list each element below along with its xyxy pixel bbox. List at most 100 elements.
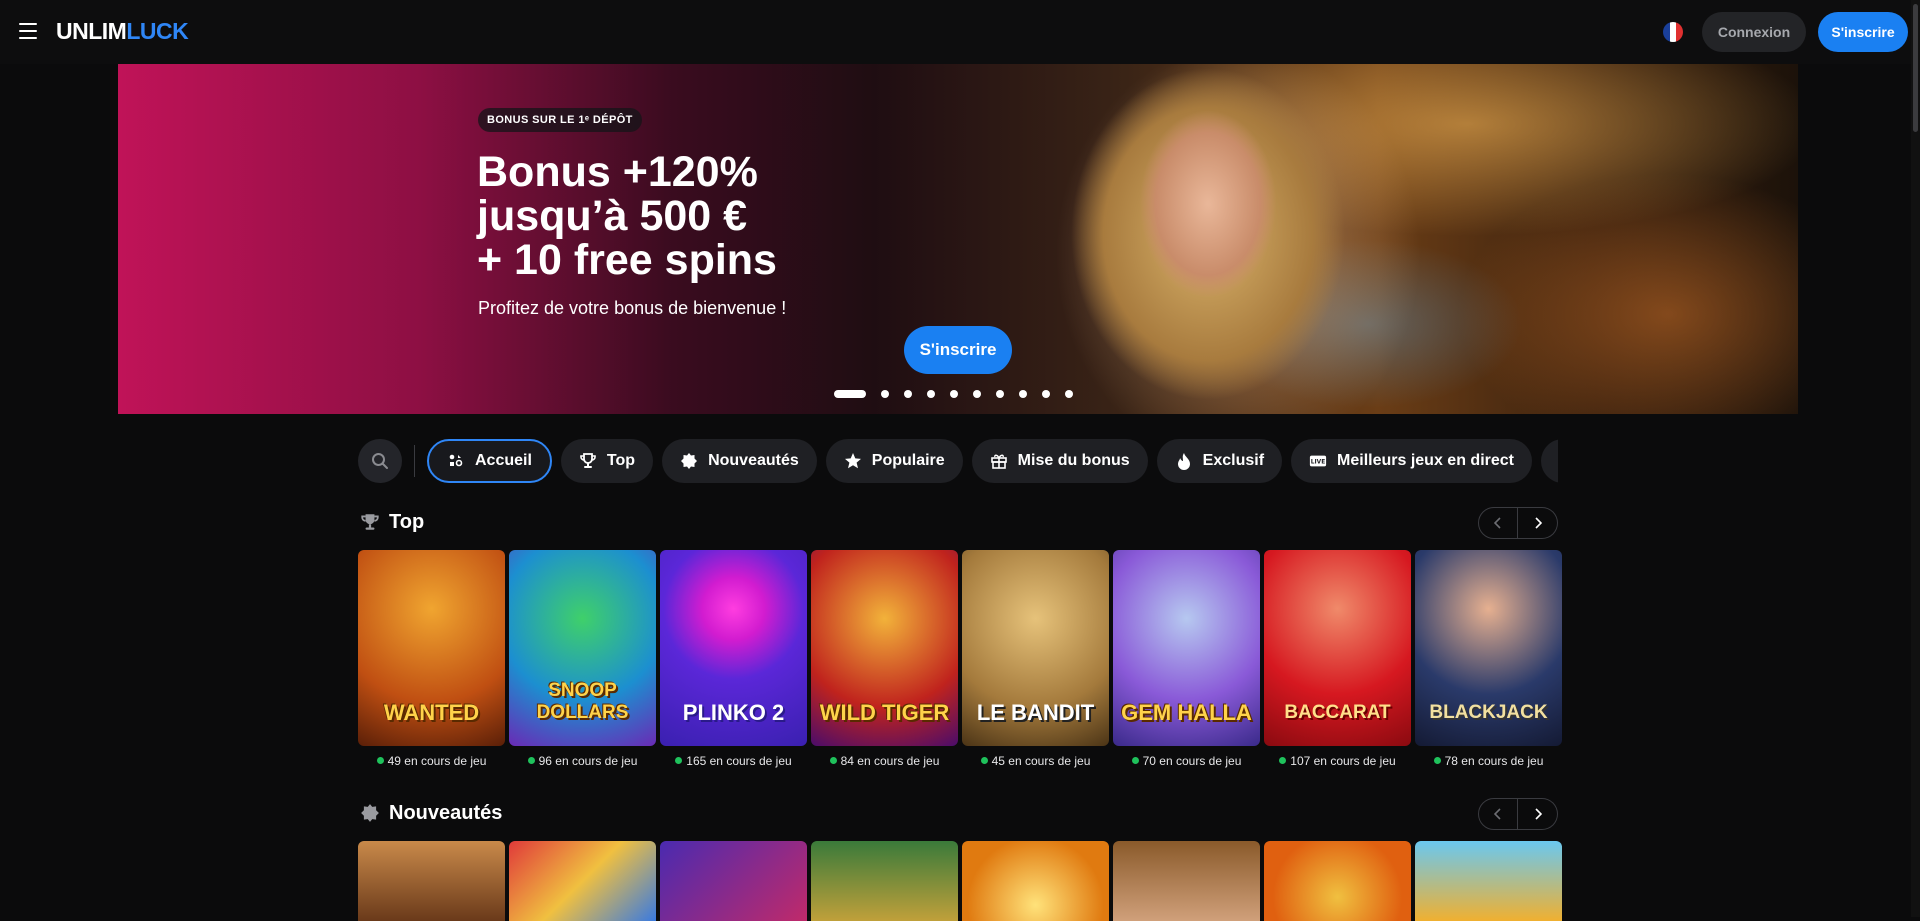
carousel-dot[interactable]	[834, 390, 866, 398]
tab-accueil[interactable]: Accueil	[427, 439, 552, 483]
live-dot-icon	[1433, 757, 1441, 764]
game-card[interactable]	[1264, 841, 1411, 921]
game-card[interactable]: BLACKJACK 78 en cours de jeu	[1415, 550, 1562, 768]
live-dot-icon	[1131, 757, 1139, 764]
carousel-dot[interactable]	[950, 390, 958, 398]
tab-populaire[interactable]: Populaire	[825, 439, 963, 483]
chevron-left-icon	[1494, 808, 1501, 820]
tab-label: Mise du bonus	[1017, 452, 1130, 469]
page-scrollbar[interactable]	[1911, 0, 1920, 917]
game-thumbnail: BACCARAT	[1264, 550, 1411, 746]
game-card[interactable]: GEM HALLA 70 en cours de jeu	[1113, 550, 1260, 768]
promo-banner[interactable]: BONUS SUR LE 1ᵉ DÉPÔT Bonus +120% jusqu’…	[118, 64, 1798, 414]
carousel-dot[interactable]	[904, 390, 912, 398]
game-card[interactable]: SNOOP DOLLARS 96 en cours de jeu	[509, 550, 656, 768]
french-flag-icon[interactable]	[1663, 22, 1683, 42]
tab-mise-du-bonus[interactable]: Mise du bonus	[971, 439, 1148, 483]
chevron-right-icon	[1534, 808, 1542, 820]
section-arrows	[1478, 798, 1558, 830]
tab-nouveautes[interactable]: Nouveautés	[662, 439, 817, 483]
menu-icon[interactable]	[19, 23, 37, 39]
carousel-dots	[834, 390, 1073, 398]
carousel-dot[interactable]	[881, 390, 889, 398]
banner-subtitle: Profitez de votre bonus de bienvenue !	[478, 298, 787, 318]
game-thumbnail	[1264, 841, 1411, 921]
live-dot-icon	[675, 757, 683, 764]
game-card[interactable]	[811, 841, 958, 921]
game-card[interactable]	[1415, 841, 1562, 921]
game-thumbnail	[962, 841, 1109, 921]
login-button[interactable]: Connexion	[1702, 12, 1806, 52]
game-thumbnail	[1415, 841, 1562, 921]
search-button[interactable]	[358, 439, 402, 483]
tab-more[interactable]	[1540, 439, 1558, 483]
divider	[414, 445, 415, 477]
top-games-row: WANTED 49 en cours de jeu SNOOP DOLLARS …	[358, 550, 1562, 768]
game-card[interactable]: WANTED 49 en cours de jeu	[358, 550, 505, 768]
players-count: 45 en cours de jeu	[962, 754, 1109, 768]
trophy-icon	[579, 452, 597, 470]
banner-title-line: Bonus +120%	[477, 148, 758, 196]
game-thumbnail: WILD TIGER	[811, 550, 958, 746]
carousel-dot[interactable]	[927, 390, 935, 398]
tab-exclusif[interactable]: Exclusif	[1156, 439, 1283, 483]
carousel-dot[interactable]	[996, 390, 1004, 398]
players-text: 45 en cours de jeu	[991, 754, 1091, 768]
tab-label: Top	[606, 452, 636, 469]
game-card[interactable]	[1113, 841, 1260, 921]
carousel-dot[interactable]	[1065, 390, 1073, 398]
prev-arrow-button[interactable]	[1478, 798, 1518, 830]
carousel-dot[interactable]	[1019, 390, 1027, 398]
game-card[interactable]	[509, 841, 656, 921]
carousel-dot[interactable]	[1042, 390, 1050, 398]
banner-title: Bonus +120% jusqu’à 500 € + 10 free spin…	[477, 150, 937, 282]
site-logo[interactable]: UNLIMLUCK	[56, 18, 189, 45]
game-thumbnail: GEM HALLA	[1113, 550, 1260, 746]
logo-text-unlim: UNLIM	[56, 18, 127, 44]
game-card[interactable]: LE BANDIT 45 en cours de jeu	[962, 550, 1109, 768]
players-count: 107 en cours de jeu	[1264, 754, 1411, 768]
game-card[interactable]	[962, 841, 1109, 921]
game-title: PLINKO 2	[682, 700, 785, 725]
carousel-dot[interactable]	[973, 390, 981, 398]
next-arrow-button[interactable]	[1518, 507, 1558, 539]
tab-meilleurs-jeux-en-direct[interactable]: LIVE Meilleurs jeux en direct	[1291, 439, 1532, 483]
banner-title-line: jusqu’à 500 €	[477, 192, 748, 240]
tab-label: Exclusif	[1202, 452, 1265, 469]
section-header-top: Top	[358, 507, 1558, 539]
scrollbar-thumb[interactable]	[1913, 4, 1918, 132]
tab-label: Accueil	[475, 452, 532, 469]
game-thumbnail: LE BANDIT	[962, 550, 1109, 746]
game-card[interactable]: PLINKO 2 165 en cours de jeu	[660, 550, 807, 768]
gift-icon	[990, 452, 1008, 470]
players-text: 84 en cours de jeu	[840, 754, 940, 768]
bonus-badge: BONUS SUR LE 1ᵉ DÉPÔT	[478, 108, 642, 132]
players-text: 107 en cours de jeu	[1290, 754, 1396, 768]
game-card[interactable]: WILD TIGER 84 en cours de jeu	[811, 550, 958, 768]
new-badge-icon	[361, 804, 379, 822]
game-card[interactable]: BACCARAT 107 en cours de jeu	[1264, 550, 1411, 768]
game-title: BACCARAT	[1284, 702, 1391, 723]
game-title: GEM HALLA	[1121, 700, 1252, 725]
search-icon	[372, 453, 388, 469]
game-title: LE BANDIT	[976, 700, 1095, 725]
tab-label: Nouveautés	[708, 452, 799, 469]
trophy-icon	[361, 514, 379, 530]
game-card[interactable]	[358, 841, 505, 921]
next-arrow-button[interactable]	[1518, 798, 1558, 830]
banner-signup-button[interactable]: S'inscrire	[904, 326, 1012, 374]
players-count: 78 en cours de jeu	[1415, 754, 1562, 768]
players-count: 84 en cours de jeu	[811, 754, 958, 768]
tab-top[interactable]: Top	[560, 439, 654, 483]
svg-text:LIVE: LIVE	[1311, 460, 1325, 466]
signup-button[interactable]: S'inscrire	[1818, 12, 1908, 52]
flame-icon	[1175, 452, 1193, 470]
tab-label: Populaire	[871, 452, 945, 469]
game-thumbnail	[358, 841, 505, 921]
prev-arrow-button[interactable]	[1478, 507, 1518, 539]
game-thumbnail: PLINKO 2	[660, 550, 807, 746]
game-card[interactable]	[660, 841, 807, 921]
game-thumbnail	[660, 841, 807, 921]
game-thumbnail	[509, 841, 656, 921]
tab-label: Meilleurs jeux en direct	[1337, 452, 1514, 469]
